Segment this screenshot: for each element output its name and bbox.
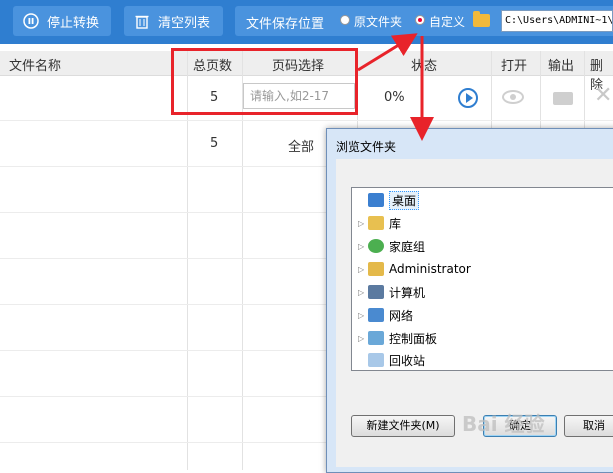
annotation-arrows <box>357 33 434 141</box>
watermark: Bai 经验 <box>462 412 545 436</box>
